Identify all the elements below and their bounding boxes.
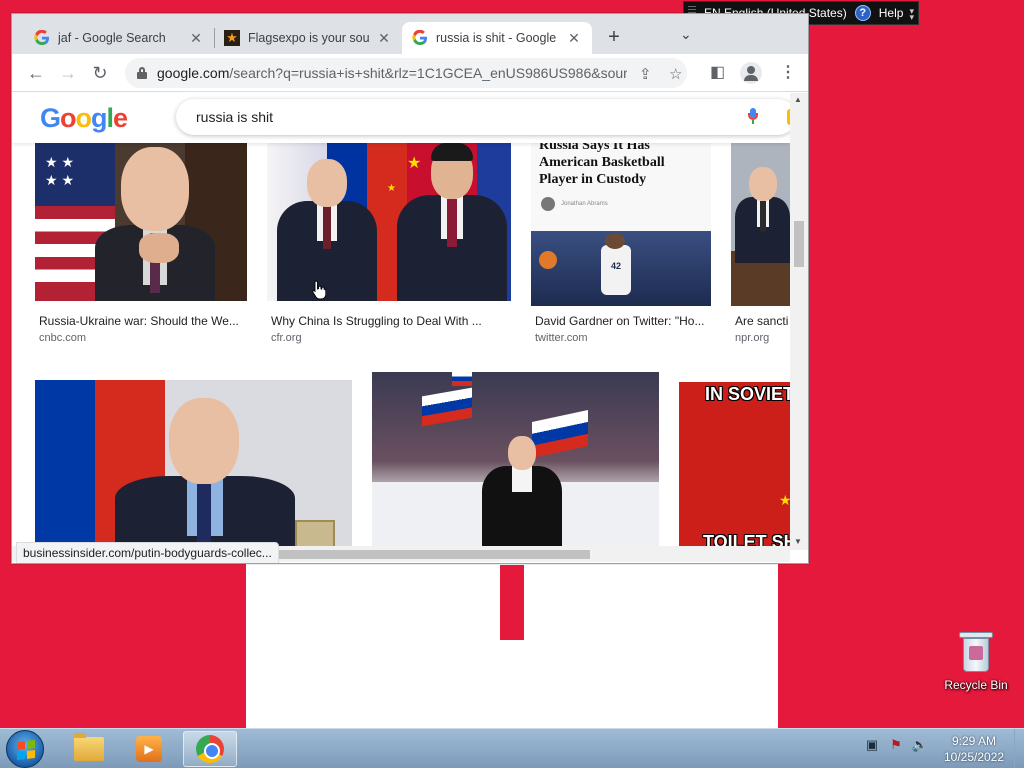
result-image[interactable] xyxy=(372,372,659,550)
taskbar-chrome[interactable] xyxy=(183,731,237,767)
search-query[interactable]: russia is shit xyxy=(196,109,273,125)
result-caption[interactable]: Are sancti xyxy=(735,314,790,328)
image-result-rally[interactable] xyxy=(372,372,659,550)
image-result-twitter[interactable]: Russia Says It Has American Basketball P… xyxy=(531,143,711,353)
vertical-scrollbar[interactable]: ▲ ▼ xyxy=(790,93,808,550)
tab-flagsexpo[interactable]: ★ Flagsexpo is your sourc ✕ xyxy=(214,22,402,54)
result-image[interactable]: IN SOVIET TOILET SH ★ xyxy=(679,382,790,550)
result-image[interactable] xyxy=(731,143,790,306)
recycle-bin-icon[interactable] xyxy=(959,632,993,672)
result-caption[interactable]: David Gardner on Twitter: "Ho... xyxy=(535,314,711,328)
result-image[interactable]: ★ ★ ★ ★ xyxy=(35,143,247,301)
recycle-bin-shortcut[interactable]: Recycle Bin xyxy=(942,632,1010,692)
tab-strip: jaf - Google Search ✕ ★ Flagsexpo is you… xyxy=(12,14,808,54)
network-icon[interactable]: ▣ xyxy=(864,737,880,753)
result-image[interactable] xyxy=(35,380,352,550)
result-source[interactable]: cfr.org xyxy=(271,332,302,344)
close-icon[interactable]: ✕ xyxy=(376,30,392,47)
scrollbar-thumb[interactable] xyxy=(794,221,804,267)
tab-title: jaf - Google Search xyxy=(58,31,166,45)
clock-time[interactable]: 9:29 AM xyxy=(928,733,1020,749)
image-result-meme[interactable]: IN SOVIET TOILET SH ★ xyxy=(679,382,790,550)
browser-toolbar: ← → ↻ google.com/search?q=russia+is+shit… xyxy=(12,54,808,92)
url-text[interactable]: google.com/search?q=russia+is+shit&rlz=1… xyxy=(157,65,627,81)
scroll-down-icon[interactable]: ▼ xyxy=(794,537,802,546)
new-tab-button[interactable]: + xyxy=(602,26,626,49)
close-icon[interactable]: ✕ xyxy=(566,30,582,47)
wallpaper-red-stripe xyxy=(500,565,524,640)
microphone-icon[interactable] xyxy=(748,108,758,124)
jersey-number: 42 xyxy=(611,261,622,271)
google-header: Google russia is shit xyxy=(12,93,790,143)
tab-jaf-search[interactable]: jaf - Google Search ✕ xyxy=(24,22,214,54)
news-headline: Russia Says It Has American Basketball P… xyxy=(539,143,665,187)
recycle-bin-label[interactable]: Recycle Bin xyxy=(942,678,1010,692)
menu-icon[interactable]: ⋮ xyxy=(780,62,796,82)
back-button[interactable]: ← xyxy=(24,61,48,85)
taskbar-media-player[interactable]: ▶ xyxy=(122,731,176,767)
meme-top-text: IN SOVIET xyxy=(705,384,790,404)
lock-icon[interactable] xyxy=(137,67,147,79)
hand-cursor-icon xyxy=(312,280,326,300)
result-source[interactable]: cnbc.com xyxy=(39,332,86,344)
langbar-options-icon[interactable]: ▾ ▾ xyxy=(909,7,914,22)
result-image[interactable]: Russia Says It Has American Basketball P… xyxy=(531,143,711,306)
google-icon xyxy=(34,30,49,46)
google-logo[interactable]: Google xyxy=(40,103,128,134)
result-source[interactable]: twitter.com xyxy=(535,332,588,344)
tab-search-button[interactable]: ⌄ xyxy=(680,26,692,43)
image-result-businessinsider[interactable] xyxy=(35,380,352,550)
chrome-window: jaf - Google Search ✕ ★ Flagsexpo is you… xyxy=(11,13,809,564)
tab-russia-search[interactable]: russia is shit - Google S ✕ xyxy=(402,22,592,54)
show-desktop-button[interactable] xyxy=(1014,729,1024,768)
reload-button[interactable]: ↻ xyxy=(88,61,112,85)
author-avatar xyxy=(541,197,555,211)
start-button[interactable] xyxy=(6,730,44,768)
forward-button[interactable]: → xyxy=(56,61,80,85)
scroll-up-icon[interactable]: ▲ xyxy=(794,95,802,104)
volume-icon[interactable]: 🔈 xyxy=(912,737,928,753)
media-player-icon: ▶ xyxy=(136,736,162,762)
taskbar-explorer[interactable] xyxy=(62,731,116,767)
bookmark-star-icon[interactable]: ☆ xyxy=(669,65,682,83)
result-caption[interactable]: Why China Is Struggling to Deal With ... xyxy=(271,314,511,328)
close-icon[interactable]: ✕ xyxy=(188,30,204,47)
side-panel-icon[interactable]: ◧ xyxy=(710,62,725,82)
profile-icon[interactable] xyxy=(740,62,762,84)
image-result-cfr[interactable]: ★ ★ Why China Is Struggling to Deal With… xyxy=(267,143,511,353)
image-result-npr[interactable]: Are sancti npr.org xyxy=(731,143,790,353)
search-results-page: Google russia is shit ★ ★ ★ ★ Russia-Ukr… xyxy=(12,93,790,550)
taskbar: ▶ ▣ ⚑ 🔈 9:29 AM 10/25/2022 xyxy=(0,728,1024,768)
help-label[interactable]: Help xyxy=(879,6,904,20)
author-name: Jonathan Abrams xyxy=(561,201,608,207)
chrome-icon xyxy=(196,735,224,763)
clock-date[interactable]: 10/25/2022 xyxy=(928,749,1020,765)
help-icon[interactable]: ? xyxy=(854,5,871,21)
star-icon: ★ xyxy=(224,30,240,46)
google-icon xyxy=(412,30,427,46)
search-input[interactable]: russia is shit xyxy=(176,99,790,135)
result-image[interactable]: ★ ★ xyxy=(267,143,511,301)
image-result-cnbc[interactable]: ★ ★ ★ ★ Russia-Ukraine war: Should the We… xyxy=(35,143,247,353)
share-icon[interactable]: ⇪ xyxy=(639,65,652,83)
system-clock[interactable]: 9:29 AM 10/25/2022 xyxy=(928,733,1020,765)
tab-title: Flagsexpo is your sourc xyxy=(248,31,370,45)
action-center-icon[interactable]: ⚑ xyxy=(888,737,904,753)
result-caption[interactable]: Russia-Ukraine war: Should the We... xyxy=(39,314,247,328)
google-lens-icon[interactable] xyxy=(787,109,790,125)
tab-title: russia is shit - Google S xyxy=(436,31,560,45)
address-bar[interactable]: google.com/search?q=russia+is+shit&rlz=1… xyxy=(125,58,687,88)
windows-logo-icon xyxy=(17,740,35,760)
result-source[interactable]: npr.org xyxy=(735,332,769,344)
system-tray: ▣ ⚑ 🔈 xyxy=(864,737,928,753)
status-url-bubble: businessinsider.com/putin-bodyguards-col… xyxy=(16,542,279,563)
folder-icon xyxy=(74,733,104,761)
